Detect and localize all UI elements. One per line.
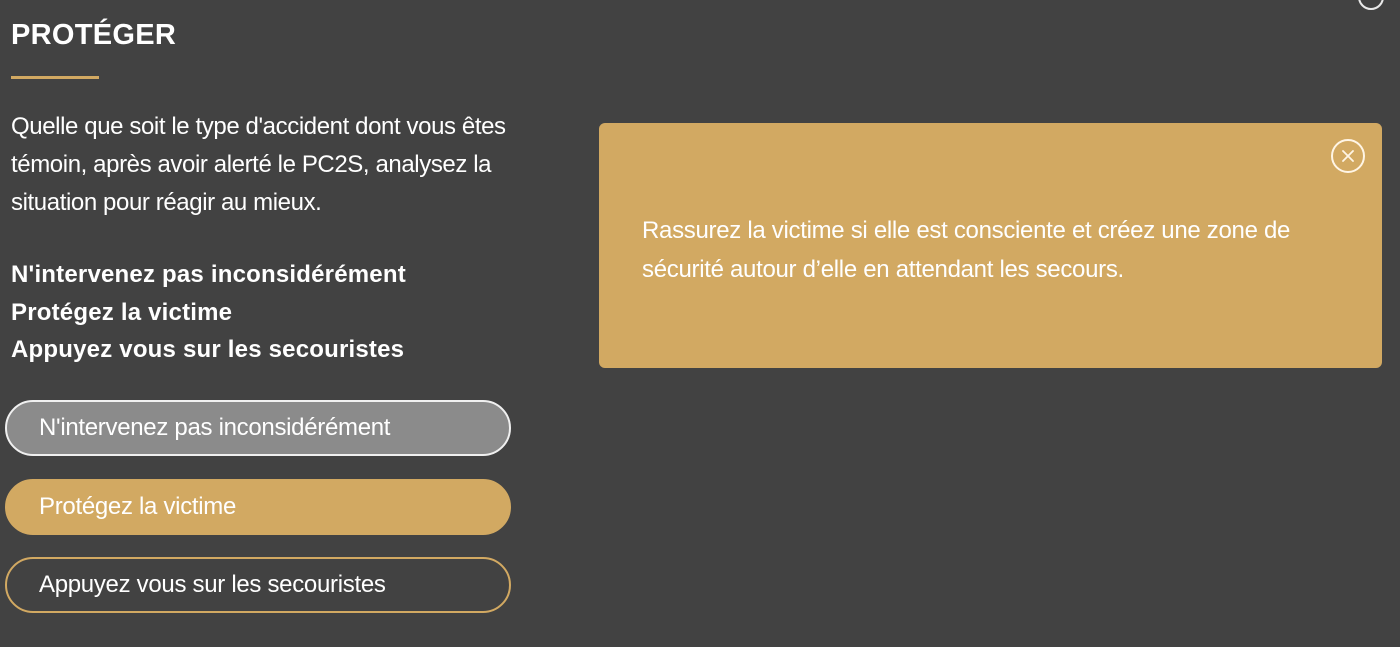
close-icon[interactable] (1331, 139, 1365, 173)
info-panel-text: Rassurez la victime si elle est conscien… (642, 217, 1291, 283)
key-point: N'intervenez pas inconsidérément (11, 261, 406, 288)
intro-text: Quelle que soit le type d'accident dont … (11, 113, 506, 216)
key-point: Appuyez vous sur les secouristes (11, 336, 405, 363)
close-cross-glyph (1342, 150, 1354, 162)
key-points-list: N'intervenez pas inconsidérément Protége… (11, 256, 406, 369)
key-point: Protégez la victime (11, 298, 233, 326)
choice-button-intervene[interactable]: N'intervenez pas inconsidérément (5, 400, 511, 456)
title-underline (11, 76, 99, 79)
page-title: PROTÉGER (11, 19, 177, 51)
choice-button-rely-on-rescuers[interactable]: Appuyez vous sur les secouristes (5, 557, 511, 613)
choice-button-protect-victim[interactable]: Protégez la victime (5, 479, 511, 535)
info-panel: Rassurez la victime si elle est conscien… (599, 123, 1382, 368)
window-close-icon[interactable] (1358, 0, 1384, 10)
